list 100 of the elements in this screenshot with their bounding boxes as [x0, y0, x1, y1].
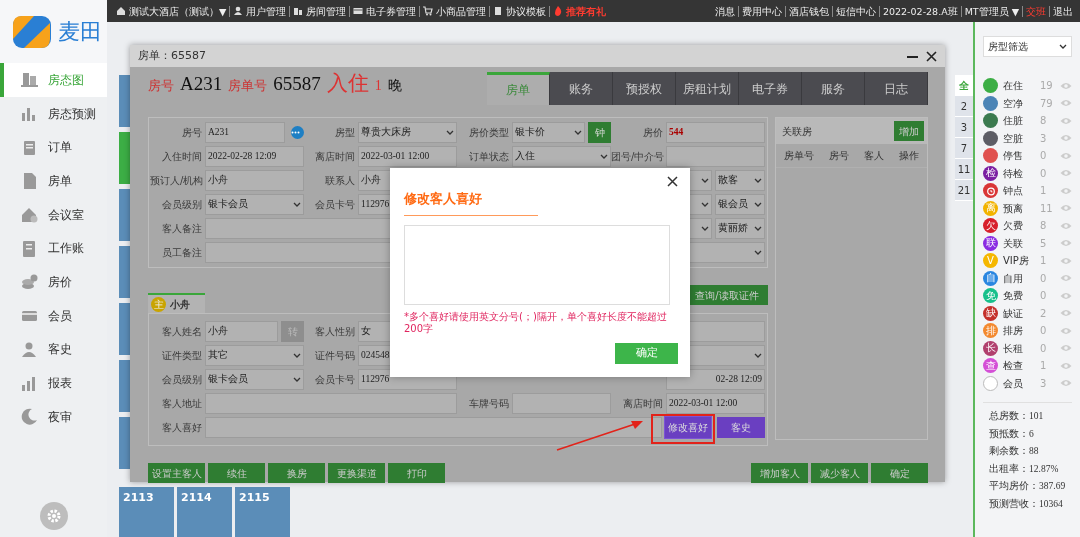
- input-field[interactable]: [666, 146, 765, 167]
- eye-icon[interactable]: [1060, 256, 1072, 265]
- input-field[interactable]: 小舟: [205, 170, 304, 191]
- header-link[interactable]: 酒店钱包: [785, 5, 833, 17]
- preference-input[interactable]: [404, 224, 670, 305]
- settings-button[interactable]: [39, 502, 68, 530]
- input-field[interactable]: 544: [666, 122, 765, 143]
- header-link[interactable]: 短信中心: [832, 5, 880, 17]
- room-tile[interactable]: [119, 360, 131, 412]
- header-link[interactable]: 消息: [711, 5, 739, 17]
- eye-icon[interactable]: [1060, 344, 1072, 353]
- room-tile[interactable]: 2113: [119, 487, 174, 537]
- menu-link[interactable]: 电子券管理: [350, 5, 421, 17]
- close-button[interactable]: [667, 176, 678, 187]
- room-tile[interactable]: [119, 189, 131, 241]
- room-tile[interactable]: [119, 132, 131, 184]
- close-icon[interactable]: [926, 50, 937, 62]
- sidebar-item[interactable]: 房单: [0, 164, 107, 198]
- eye-icon[interactable]: [1060, 116, 1072, 125]
- menu-link[interactable]: 测试大酒店（测试）▼: [113, 5, 231, 17]
- select-field[interactable]: 银卡会员: [205, 194, 304, 215]
- floor-tab[interactable]: 11: [955, 159, 973, 180]
- guest-tab[interactable]: 主 小舟: [148, 293, 205, 313]
- tab[interactable]: 电子券: [739, 72, 802, 105]
- sidebar-item[interactable]: 报表: [0, 366, 107, 400]
- menu-link[interactable]: 房间管理: [290, 5, 351, 17]
- floor-tab[interactable]: 3: [955, 117, 973, 138]
- input-field[interactable]: 02-28 12:09: [666, 369, 765, 390]
- select-field[interactable]: 黄丽娇: [715, 218, 765, 239]
- tab[interactable]: 日志: [865, 72, 928, 105]
- eye-icon[interactable]: [1060, 291, 1072, 300]
- chevron-icon: [754, 352, 762, 359]
- sidebar-item[interactable]: 订单: [0, 130, 107, 165]
- small-button[interactable]: 钟: [588, 122, 611, 143]
- settings-icon: [45, 508, 62, 524]
- input-field[interactable]: 2022-03-01 12:00: [666, 393, 765, 414]
- sidebar-item[interactable]: 房价: [0, 265, 107, 299]
- stat-text: 预测营收：10364: [988, 497, 1064, 511]
- eye-icon[interactable]: [1060, 151, 1072, 160]
- room-tile[interactable]: [119, 75, 131, 127]
- floor-tab[interactable]: 2: [955, 96, 973, 117]
- eye-icon[interactable]: [1060, 169, 1072, 178]
- eye-icon[interactable]: [1060, 99, 1072, 108]
- legend-count: 1: [1039, 184, 1048, 199]
- sidebar-item[interactable]: 工作账: [0, 231, 107, 266]
- room-tile[interactable]: [119, 246, 131, 298]
- more-button[interactable]: [291, 126, 304, 139]
- cart-icon: [423, 6, 434, 16]
- tab[interactable]: 账务: [550, 72, 613, 105]
- sidebar-item[interactable]: 房态预测: [0, 96, 107, 131]
- input-field[interactable]: 小舟: [205, 321, 278, 342]
- legend-label: 检查: [1003, 359, 1024, 374]
- tab[interactable]: 服务: [802, 72, 865, 105]
- room-type-select[interactable]: 房型筛选: [983, 36, 1072, 57]
- menu-link[interactable]: 协议模板: [490, 5, 551, 17]
- room-tile[interactable]: [119, 417, 131, 469]
- header-link[interactable]: 费用中心: [738, 5, 786, 17]
- input-field[interactable]: [205, 417, 662, 438]
- select-field[interactable]: 其它: [205, 345, 304, 366]
- input-field[interactable]: 2022-02-28 12:09: [205, 146, 304, 167]
- history-button[interactable]: 客史: [717, 417, 765, 438]
- tab[interactable]: 预授权: [613, 72, 676, 105]
- edit-button[interactable]: 修改喜好: [665, 417, 711, 438]
- status-badge: 离: [983, 200, 998, 216]
- input-field[interactable]: 2022-03-01 12:00: [358, 146, 457, 167]
- eye-icon[interactable]: [1060, 309, 1072, 318]
- eye-icon[interactable]: [1060, 204, 1072, 213]
- sidebar-item[interactable]: 夜审: [0, 399, 107, 434]
- input-field[interactable]: A231: [205, 122, 285, 143]
- eye-icon[interactable]: [1060, 379, 1072, 388]
- eye-icon[interactable]: [1060, 134, 1072, 143]
- select-field[interactable]: 入住: [512, 146, 611, 167]
- chevron-icon: [446, 129, 454, 136]
- room-tile[interactable]: 2114: [177, 487, 232, 537]
- eye-icon[interactable]: [1060, 81, 1072, 90]
- eye-icon[interactable]: [1060, 274, 1072, 283]
- floor-tab[interactable]: 21: [955, 180, 973, 201]
- eye-icon[interactable]: [1060, 326, 1072, 335]
- legend-label: 关联: [1003, 236, 1024, 251]
- menu-link[interactable]: 小商品管理: [420, 5, 491, 17]
- eye-icon[interactable]: [1060, 361, 1072, 370]
- header-link[interactable]: 退出: [1050, 5, 1076, 17]
- header-link[interactable]: MT管理员 ▼: [961, 5, 1023, 17]
- eye-icon[interactable]: [1060, 221, 1072, 230]
- room-tile[interactable]: [119, 303, 131, 355]
- eye-icon[interactable]: [1060, 186, 1072, 195]
- select-field[interactable]: 尊贵大床房: [358, 122, 457, 143]
- menu-link[interactable]: 用户管理: [230, 5, 291, 17]
- floor-tab[interactable]: 7: [955, 138, 973, 159]
- select-field[interactable]: 银卡价: [512, 122, 585, 143]
- sidebar-item[interactable]: 会员: [0, 298, 107, 333]
- sidebar-item[interactable]: 客史: [0, 332, 107, 367]
- header-link[interactable]: 2022-02-28.A班: [879, 5, 962, 17]
- select-field[interactable]: 散客: [715, 170, 765, 191]
- select-field[interactable]: 银卡会员: [205, 369, 304, 390]
- eye-icon[interactable]: [1060, 239, 1072, 248]
- select-field[interactable]: 银会员: [715, 194, 765, 215]
- sidebar-item[interactable]: 会议室: [0, 197, 107, 232]
- tab[interactable]: 房租计划: [676, 72, 739, 105]
- room-tile[interactable]: 2115: [235, 487, 290, 537]
